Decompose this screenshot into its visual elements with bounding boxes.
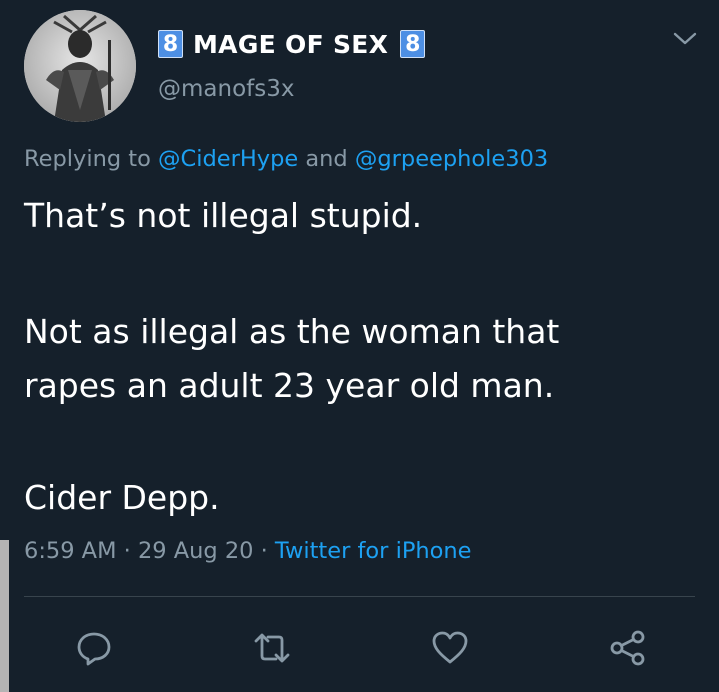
meta-separator: · — [260, 538, 268, 564]
tweet-card: 8 MAGE OF SEX 8 @manofs3x Replying to @C… — [0, 0, 719, 692]
tweet-time[interactable]: 6:59 AM — [24, 538, 116, 564]
chevron-down-icon[interactable] — [672, 30, 698, 48]
tweet-source-link[interactable]: Twitter for iPhone — [275, 538, 472, 564]
tweet-text-line: That’s not illegal stupid. — [24, 196, 423, 235]
display-name[interactable]: MAGE OF SEX — [193, 30, 388, 59]
heart-icon[interactable] — [430, 628, 470, 668]
edge-scrollbar — [0, 540, 9, 692]
tweet-text-line: Not as illegal as the woman that — [24, 312, 560, 351]
replying-to-line: Replying to @CiderHype and @grpeephole30… — [24, 146, 548, 172]
number-badge: 8 — [400, 30, 426, 58]
mention-link[interactable]: @grpeephole303 — [355, 146, 548, 172]
replying-to-label: Replying to — [24, 146, 151, 172]
tweet-date[interactable]: 29 Aug 20 — [138, 538, 254, 564]
meta-separator: · — [123, 538, 131, 564]
user-handle[interactable]: @manofs3x — [158, 76, 294, 102]
number-badge: 8 — [158, 30, 183, 58]
retweet-icon[interactable] — [252, 628, 292, 668]
mention-link[interactable]: @CiderHype — [158, 146, 298, 172]
share-icon[interactable] — [608, 628, 648, 668]
user-name-row[interactable]: 8 MAGE OF SEX 8 — [158, 26, 426, 62]
tweet-meta: 6:59 AM · 29 Aug 20 · Twitter for iPhone — [24, 538, 472, 564]
avatar[interactable] — [24, 10, 136, 122]
tweet-text-line: Cider Depp. — [24, 478, 220, 517]
reply-icon[interactable] — [74, 628, 114, 668]
replying-and-label: and — [305, 146, 348, 172]
divider — [24, 596, 695, 597]
tweet-text-line: rapes an adult 23 year old man. — [24, 366, 555, 405]
